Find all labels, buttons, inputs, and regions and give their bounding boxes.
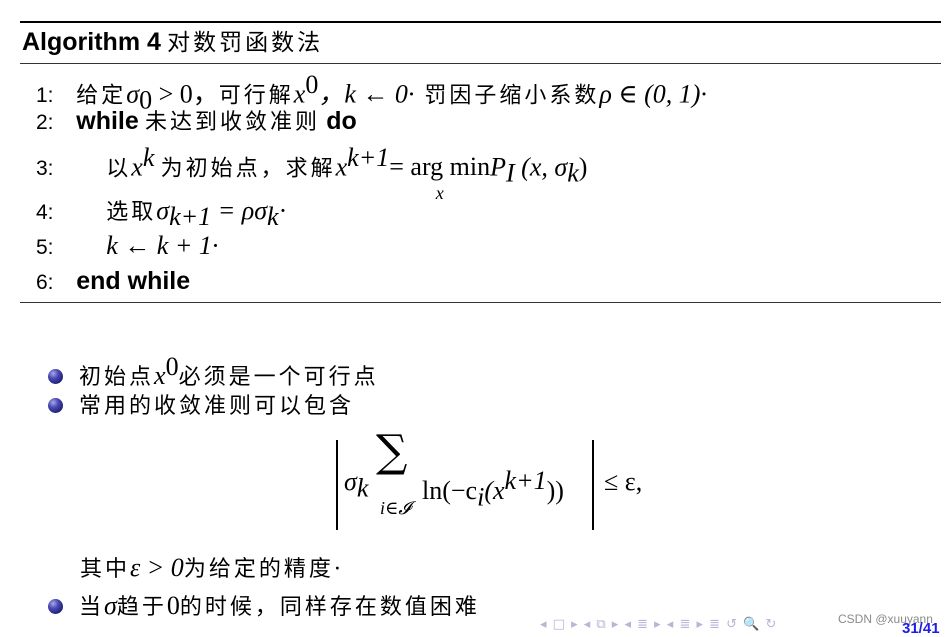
algorithm-bottom-rule [20, 302, 941, 303]
text: 当 [79, 595, 105, 620]
math-sup: k+1 [504, 466, 547, 495]
bullet-ball-icon [48, 368, 63, 384]
math: = ρσ [211, 196, 268, 225]
text: 常用的收敛准则可以包含 [79, 394, 355, 419]
algorithm-top-rule [20, 21, 941, 23]
math-sup: k [142, 143, 155, 172]
algorithm-line-2: 2: while 未达到收敛准则 do [36, 104, 357, 140]
text: 趋于 [116, 595, 167, 620]
math: σ [344, 467, 357, 496]
math: x [154, 361, 166, 390]
text: 必须是一个可行点 [178, 365, 379, 390]
math: (x [484, 476, 505, 505]
sum-index: i∈𝓘 [380, 498, 411, 518]
math-under: x [435, 183, 444, 204]
text: 初始点 [79, 365, 155, 390]
text: 未达到收敛准则 [145, 110, 321, 135]
keyword-end-while: end while [76, 267, 191, 295]
text: 的时候，同样存在数值困难 [179, 595, 480, 620]
math: (x, σ [514, 152, 568, 182]
math: ≤ ε, [604, 467, 643, 496]
math: σ [104, 591, 117, 620]
math: k ← k + 1· [106, 231, 219, 260]
algorithm-line-4: 4: 选取σk+1 = ρσk· [36, 194, 287, 234]
line-number: 4: [36, 201, 54, 224]
math: )) [546, 476, 564, 505]
sum-symbol: ∑ [376, 426, 408, 477]
math-sup: 0 [305, 70, 319, 99]
algorithm-line-3: 3: 以xk 为初始点，求解xk+1 = arg min x PI (x, σk) [36, 141, 588, 203]
math: σ [156, 196, 170, 225]
math-sub: k+1 [169, 202, 212, 231]
abs-bar-left [336, 440, 338, 530]
text: 为给定的精度· [183, 557, 344, 582]
math: P [490, 152, 506, 182]
math: ) [578, 152, 588, 182]
text: 选取 [106, 200, 157, 225]
line-number: 2: [36, 111, 54, 134]
math-sub: k [267, 202, 279, 231]
algorithm-line-5: 5: k ← k + 1· [36, 229, 218, 265]
math: ρ ∈ (0, 1)· [599, 79, 707, 109]
bullet-item: 当σ趋于0的时候，同样存在数值困难 [48, 589, 480, 625]
beamer-navigation-controls[interactable]: ◂ □ ▸ ◂ ⧉ ▸ ◂ ≣ ▸ ◂ ≣ ▸ ≣ ↺ 🔍 ↻ [540, 617, 777, 632]
algorithm-line-6: 6: end while [36, 264, 190, 300]
abs-bar-right [592, 440, 594, 530]
bullet-item: 常用的收敛准则可以包含 [48, 389, 354, 424]
math: x [131, 152, 143, 182]
math-sub: k [356, 473, 369, 503]
bullet-ball-icon [48, 397, 63, 413]
algorithm-name: 对数罚函数法 [167, 30, 324, 56]
text: 以 [106, 156, 132, 182]
line-number: 5: [36, 236, 54, 259]
page-number: 31/41 [902, 620, 940, 637]
algorithm-header-rule [20, 63, 941, 64]
algorithm-title: Algorithm 4 对数罚函数法 [22, 26, 323, 59]
math-sub: I [506, 158, 515, 188]
math: ε > 0 [130, 553, 184, 582]
math: ln(−c [422, 476, 478, 505]
math-sup: 0 [165, 352, 179, 381]
text: 其中 [80, 557, 131, 582]
algorithm-keyword: Algorithm 4 [22, 28, 161, 56]
keyword-do: do [326, 107, 357, 135]
precision-note: 其中ε > 0为给定的精度· [80, 551, 344, 587]
line-number: 3: [36, 157, 54, 181]
math: 0 [166, 591, 180, 620]
math: · [278, 196, 288, 225]
keyword-while: while [76, 107, 139, 135]
line-number: 6: [36, 271, 54, 294]
text: 为初始点，求解 [160, 156, 336, 182]
convergence-formula: σk ∑ i∈𝓘 ln(−ci(xk+1)) ≤ ε, [336, 426, 666, 530]
math-sup: k+1 [347, 143, 390, 172]
text: 罚因子缩小系数 [414, 83, 600, 109]
bullet-ball-icon [48, 598, 63, 614]
math-sub: k [567, 158, 579, 188]
math: x [335, 152, 348, 182]
